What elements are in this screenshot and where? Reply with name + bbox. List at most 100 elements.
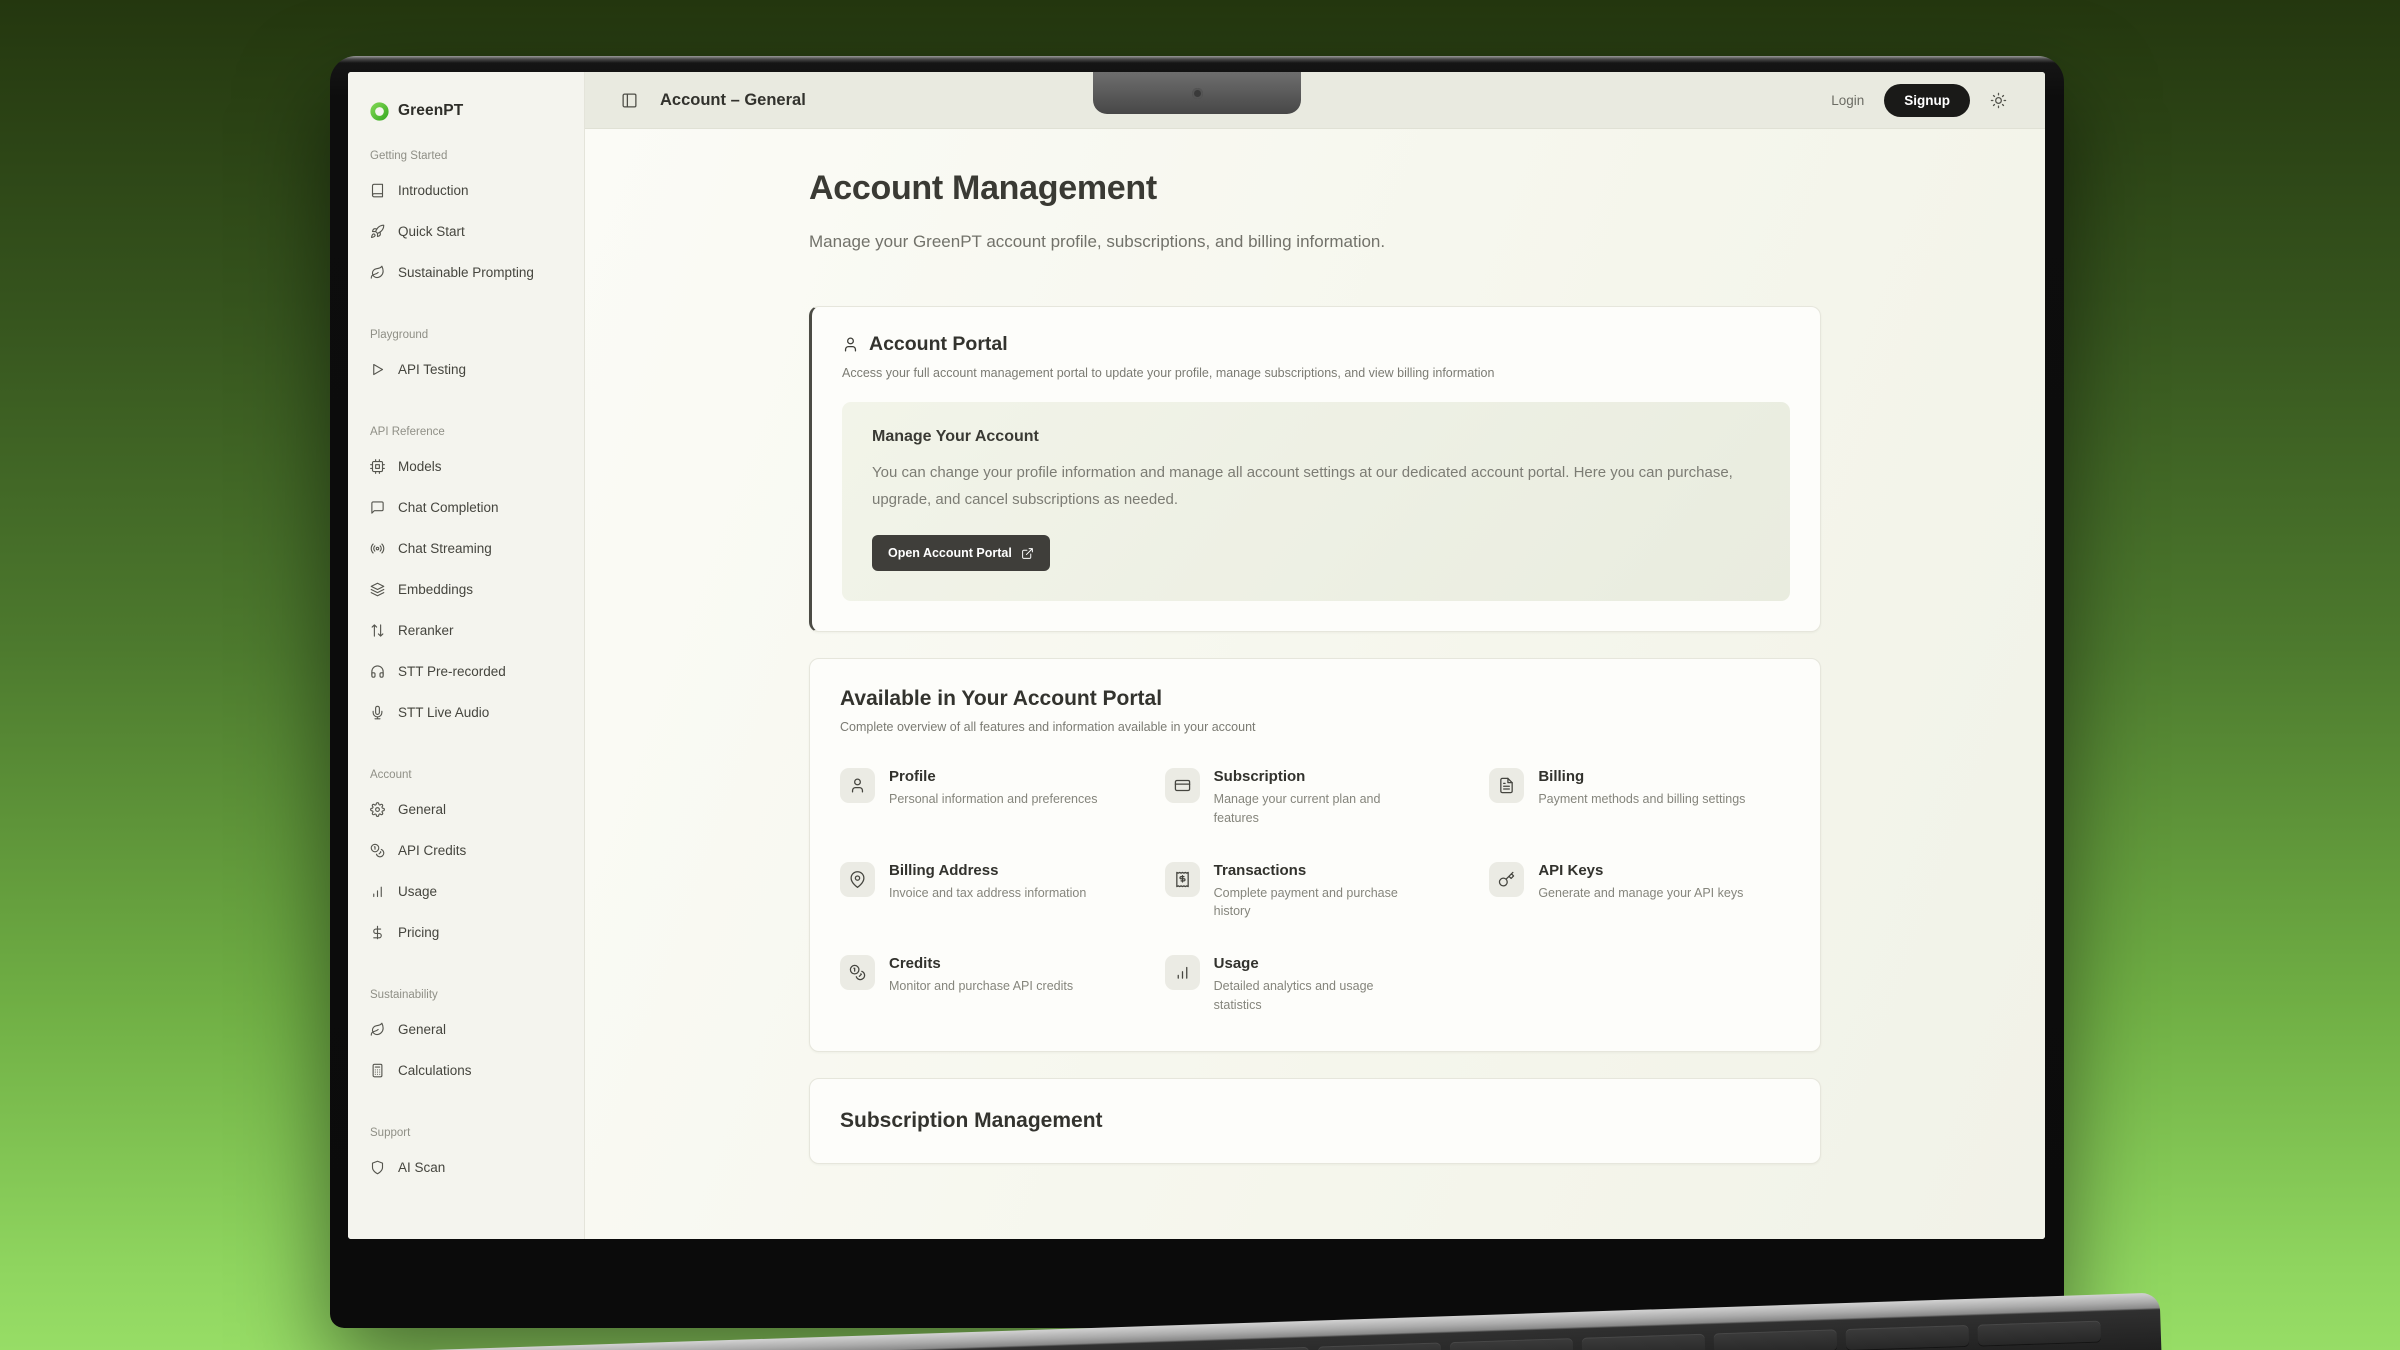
feature-usage: Usage Detailed analytics and usage stati… [1165,955,1466,1015]
dollar-icon [370,925,385,940]
greenpt-ring-icon [370,102,389,121]
nav-section-label: Playground [370,329,564,341]
sidebar-item-api-credits[interactable]: API Credits [370,830,564,871]
feature-billing-address: Billing Address Invoice and tax address … [840,862,1141,922]
user-icon [842,336,859,353]
external-link-icon [1021,547,1034,560]
mic-icon [370,705,385,720]
coins-icon [370,843,385,858]
sidebar-item-label: Sustainable Prompting [398,265,534,280]
feature-description: Monitor and purchase API credits [889,977,1073,996]
feature-credits: Credits Monitor and purchase API credits [840,955,1141,1015]
camera-notch [1093,72,1301,114]
page-breadcrumb-title: Account – General [660,91,806,110]
cpu-icon [370,459,385,474]
sidebar-item-label: STT Live Audio [398,705,489,720]
feature-title: API Keys [1538,862,1743,879]
feature-description: Complete payment and purchase history [1214,884,1424,922]
nav-section-label: Account [370,769,564,781]
sidebar-item-introduction[interactable]: Introduction [370,170,564,211]
radio-icon [370,541,385,556]
sidebar-item-calculations[interactable]: Calculations [370,1050,564,1091]
sidebar-toggle-button[interactable] [621,92,638,109]
keyboard-key [1713,1329,1837,1350]
sidebar-item-stt-pre-recorded[interactable]: STT Pre-recorded [370,651,564,692]
desktop-background: GreenPT Getting Started Introduction Qui… [0,0,2400,1350]
leaf-icon [370,265,385,280]
sidebar-item-chat-completion[interactable]: Chat Completion [370,487,564,528]
sidebar-item-sustainability-general[interactable]: General [370,1009,564,1050]
sidebar-item-label: Chat Completion [398,500,499,515]
sidebar-item-api-testing[interactable]: API Testing [370,349,564,390]
feature-title: Billing [1538,768,1745,785]
brand-logo[interactable]: GreenPT [370,98,564,124]
laptop-screen: GreenPT Getting Started Introduction Qui… [330,56,2064,1328]
feature-description: Detailed analytics and usage statistics [1214,977,1424,1015]
sidebar-item-embeddings[interactable]: Embeddings [370,569,564,610]
theme-toggle-button[interactable] [1990,92,2007,109]
manage-account-panel: Manage Your Account You can change your … [842,402,1790,601]
features-grid: Profile Personal information and prefere… [840,768,1790,1015]
sidebar-item-account-general[interactable]: General [370,789,564,830]
feature-title: Credits [889,955,1073,972]
keyboard-key [1581,1334,1705,1350]
feature-subscription: Subscription Manage your current plan an… [1165,768,1466,828]
sidebar-item-models[interactable]: Models [370,446,564,487]
bar-chart-icon [370,884,385,899]
card-title: Account Portal [869,333,1008,356]
portal-features-card: Available in Your Account Portal Complet… [809,658,1821,1052]
shield-icon [370,1160,385,1175]
feature-api-keys: API Keys Generate and manage your API ke… [1489,862,1790,922]
panel-body: You can change your profile information … [872,459,1752,513]
card-title: Available in Your Account Portal [840,687,1790,711]
sidebar-item-label: Pricing [398,925,439,940]
book-icon [370,183,385,198]
main-content: Account Management Manage your GreenPT a… [585,129,2045,1239]
keyboard-key [1449,1338,1573,1350]
leaf-icon [370,1022,385,1037]
account-portal-card: Account Portal Access your full account … [809,306,1821,632]
file-text-icon [1498,777,1515,794]
sidebar-item-label: Introduction [398,183,469,198]
nav-section-label: Sustainability [370,989,564,1001]
signup-button[interactable]: Signup [1884,84,1970,117]
sidebar-item-label: General [398,1022,446,1037]
feature-title: Profile [889,768,1097,785]
feature-title: Transactions [1214,862,1424,879]
credit-card-icon [1174,777,1191,794]
sidebar-item-reranker[interactable]: Reranker [370,610,564,651]
subscription-management-card: Subscription Management [809,1078,1821,1164]
card-description: Access your full account management port… [842,366,1790,380]
feature-description: Generate and manage your API keys [1538,884,1743,903]
sidebar-item-chat-streaming[interactable]: Chat Streaming [370,528,564,569]
message-square-icon [370,500,385,515]
sidebar-item-ai-scan[interactable]: AI Scan [370,1147,564,1188]
open-account-portal-button[interactable]: Open Account Portal [872,535,1050,571]
brand-name: GreenPT [398,102,463,120]
receipt-icon [1174,871,1191,888]
feature-description: Payment methods and billing settings [1538,790,1745,809]
sidebar-nav: Getting Started Introduction Quick Start… [370,150,564,1188]
sidebar-item-label: API Testing [398,362,466,377]
sun-icon [1990,92,2007,109]
card-subtitle: Complete overview of all features and in… [840,720,1790,734]
sidebar-item-label: Chat Streaming [398,541,492,556]
feature-transactions: Transactions Complete payment and purcha… [1165,862,1466,922]
calculator-icon [370,1063,385,1078]
login-link[interactable]: Login [1831,93,1864,108]
map-pin-icon [849,871,866,888]
sidebar-item-label: Quick Start [398,224,465,239]
sidebar-item-label: Calculations [398,1063,472,1078]
sidebar: GreenPT Getting Started Introduction Qui… [348,72,585,1239]
feature-title: Subscription [1214,768,1424,785]
sidebar-item-stt-live-audio[interactable]: STT Live Audio [370,692,564,733]
sidebar-item-label: Models [398,459,442,474]
headphones-icon [370,664,385,679]
panel-left-icon [621,92,638,109]
sidebar-item-usage[interactable]: Usage [370,871,564,912]
sidebar-item-quick-start[interactable]: Quick Start [370,211,564,252]
button-label: Open Account Portal [888,546,1012,560]
sidebar-item-sustainable-prompting[interactable]: Sustainable Prompting [370,252,564,293]
sidebar-item-pricing[interactable]: Pricing [370,912,564,953]
feature-description: Personal information and preferences [889,790,1097,809]
